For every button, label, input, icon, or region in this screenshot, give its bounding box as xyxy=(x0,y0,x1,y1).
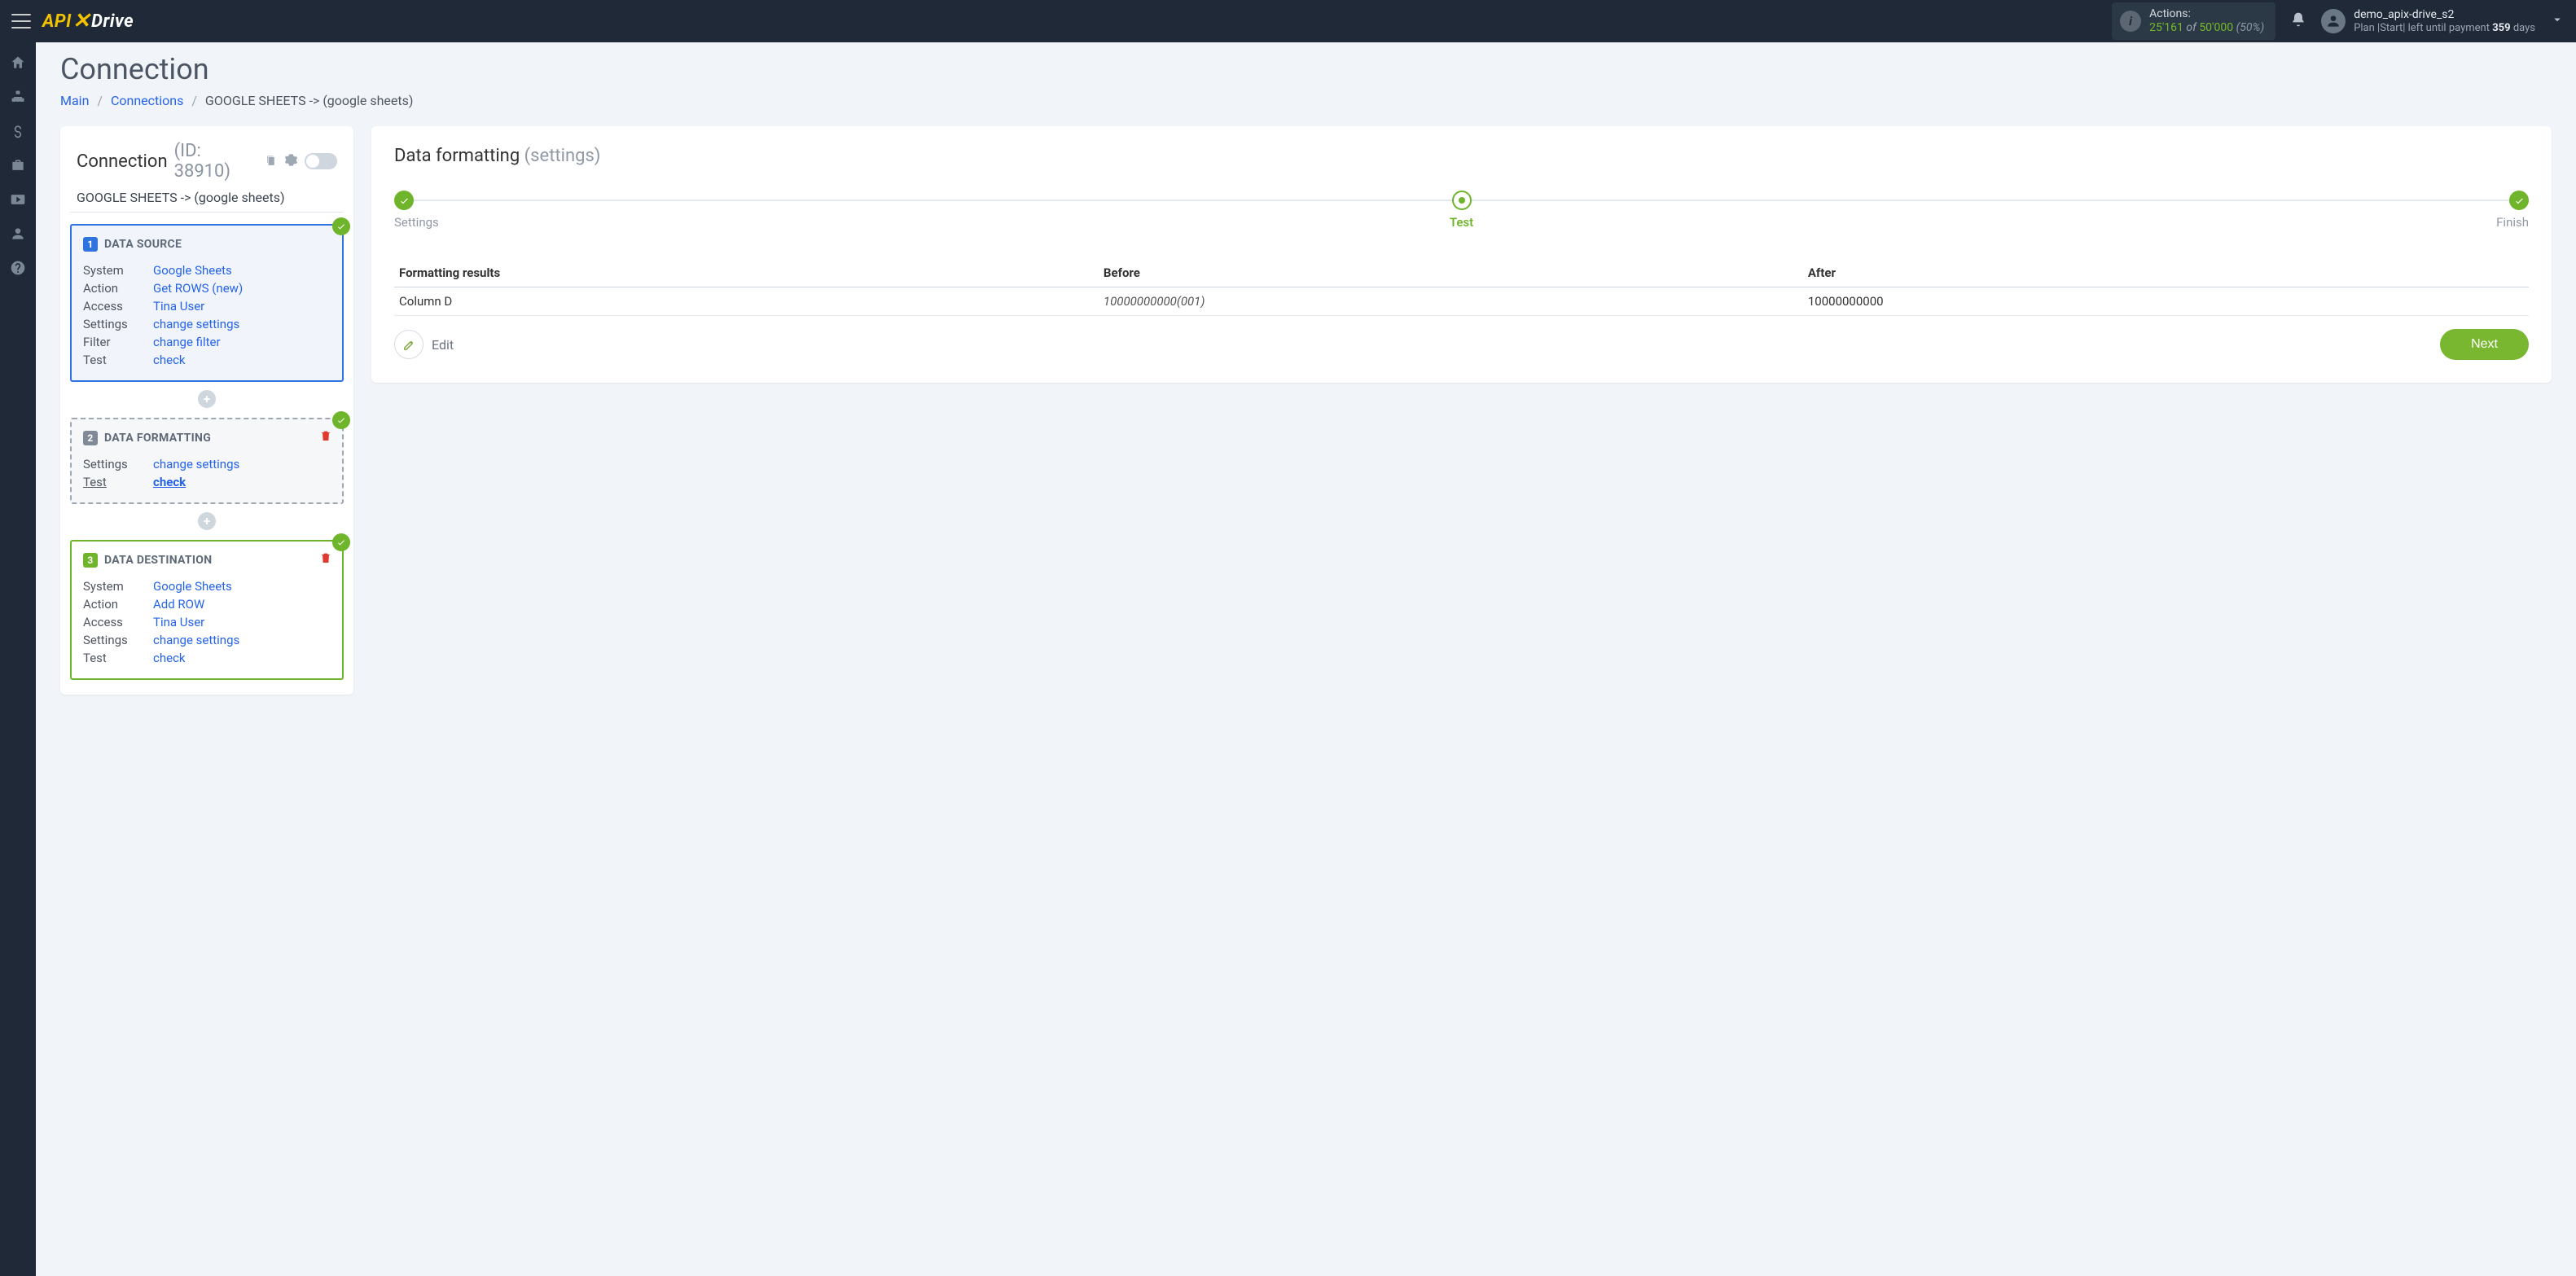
step-data-formatting[interactable]: 2 DATA FORMATTING Settingschange setting… xyxy=(70,418,344,504)
next-button[interactable]: Next xyxy=(2440,329,2529,360)
step-num-3: 3 xyxy=(83,553,98,568)
right-title-sub: (settings) xyxy=(524,146,601,166)
cell-after: 10000000000 xyxy=(1803,287,2529,316)
check-badge-icon xyxy=(332,217,350,235)
step-title-source: DATA SOURCE xyxy=(104,238,182,251)
format-test-link[interactable]: check xyxy=(153,475,186,489)
logo[interactable]: API ✕ Drive xyxy=(42,9,134,33)
actions-text: Actions: 25'161 of 50'000 (50%) xyxy=(2149,7,2264,35)
cell-result: Column D xyxy=(394,287,1099,316)
step-label-test: Test xyxy=(1450,215,1473,230)
actions-pct: (50%) xyxy=(2236,21,2265,34)
edit-button[interactable]: Edit xyxy=(394,330,454,359)
user-name: demo_apix-drive_s2 xyxy=(2354,8,2535,22)
dest-access-link[interactable]: Tina User xyxy=(153,615,204,629)
dest-system-link[interactable]: Google Sheets xyxy=(153,579,232,594)
add-step-button[interactable]: + xyxy=(198,512,216,530)
delete-formatting-button[interactable] xyxy=(319,429,332,445)
sidebar-home-icon[interactable] xyxy=(0,46,36,80)
breadcrumb-current: GOOGLE SHEETS -> (google sheets) xyxy=(205,93,414,108)
source-settings-link[interactable]: change settings xyxy=(153,317,239,331)
step-label-finish: Finish xyxy=(2496,215,2529,230)
source-access-link[interactable]: Tina User xyxy=(153,299,204,314)
sidebar xyxy=(0,42,36,1276)
formatting-panel: Data formatting (settings) Settings Test… xyxy=(371,126,2552,383)
page-title: Connection xyxy=(60,52,2552,86)
menu-toggle[interactable] xyxy=(11,14,31,29)
dest-settings-link[interactable]: change settings xyxy=(153,633,239,647)
check-badge-icon xyxy=(332,411,350,429)
chevron-down-icon[interactable] xyxy=(2550,12,2565,30)
avatar-icon xyxy=(2321,9,2346,33)
connection-panel: Connection (ID: 38910) GOOGLE SHEETS -> … xyxy=(60,126,353,695)
edit-label: Edit xyxy=(432,337,454,353)
sidebar-briefcase-icon[interactable] xyxy=(0,148,36,182)
copy-icon[interactable] xyxy=(264,153,278,170)
check-badge-icon xyxy=(332,533,350,551)
th-after: After xyxy=(1803,259,2529,287)
topbar: API ✕ Drive i Actions: 25'161 of 50'000 … xyxy=(0,0,2576,42)
source-action-link[interactable]: Get ROWS (new) xyxy=(153,281,243,296)
breadcrumb-connections[interactable]: Connections xyxy=(111,93,183,108)
connection-heading: Connection xyxy=(77,151,168,172)
source-system-link[interactable]: Google Sheets xyxy=(153,263,232,278)
step-num-1: 1 xyxy=(83,237,98,252)
breadcrumb: Main / Connections / GOOGLE SHEETS -> (g… xyxy=(60,93,2552,108)
notifications-icon[interactable] xyxy=(2290,11,2306,31)
source-filter-link[interactable]: change filter xyxy=(153,335,221,349)
sidebar-video-icon[interactable] xyxy=(0,182,36,217)
stepper: Settings Test Finish xyxy=(394,194,2529,226)
sidebar-billing-icon[interactable] xyxy=(0,114,36,148)
results-table: Formatting results Before After Column D… xyxy=(394,259,2529,316)
th-results: Formatting results xyxy=(394,259,1099,287)
delete-destination-button[interactable] xyxy=(319,551,332,568)
source-test-link[interactable]: check xyxy=(153,353,186,367)
content: Connection Main / Connections / GOOGLE S… xyxy=(36,42,2576,1276)
cell-before: 10000000000(001) xyxy=(1099,287,1803,316)
add-step-button[interactable]: + xyxy=(198,390,216,408)
step-title-dest: DATA DESTINATION xyxy=(104,554,212,567)
step-dot-test[interactable] xyxy=(1452,191,1472,210)
sidebar-profile-icon[interactable] xyxy=(0,217,36,251)
logo-api: API xyxy=(42,11,72,32)
actions-used: 25'161 xyxy=(2149,21,2183,34)
enable-toggle[interactable] xyxy=(305,153,337,169)
sidebar-connections-icon[interactable] xyxy=(0,80,36,114)
table-head-row: Formatting results Before After xyxy=(394,259,2529,287)
step-data-source[interactable]: 1 DATA SOURCE SystemGoogle Sheets Action… xyxy=(70,224,344,382)
step-data-destination[interactable]: 3 DATA DESTINATION SystemGoogle Sheets A… xyxy=(70,540,344,680)
right-title: Data formatting xyxy=(394,146,520,166)
logo-drive: Drive xyxy=(91,11,134,32)
logo-x-icon: ✕ xyxy=(72,9,90,33)
pencil-icon xyxy=(394,330,423,359)
plan-line: Plan |Start| left until payment 359 days xyxy=(2354,22,2535,35)
user-menu[interactable]: demo_apix-drive_s2 Plan |Start| left unt… xyxy=(2321,8,2535,34)
th-before: Before xyxy=(1099,259,1803,287)
step-num-2: 2 xyxy=(83,431,98,445)
actions-total: 50'000 xyxy=(2199,21,2233,34)
step-label-settings: Settings xyxy=(394,215,439,230)
actions-label: Actions: xyxy=(2149,7,2264,21)
actions-chip[interactable]: i Actions: 25'161 of 50'000 (50%) xyxy=(2112,2,2275,40)
sidebar-help-icon[interactable] xyxy=(0,251,36,285)
step-title-format: DATA FORMATTING xyxy=(104,432,211,445)
info-icon: i xyxy=(2120,11,2141,32)
step-dot-settings[interactable] xyxy=(394,191,414,210)
dest-test-link[interactable]: check xyxy=(153,651,186,665)
dest-action-link[interactable]: Add ROW xyxy=(153,597,204,612)
breadcrumb-main[interactable]: Main xyxy=(60,93,89,108)
format-settings-link[interactable]: change settings xyxy=(153,457,239,471)
connection-id: (ID: 38910) xyxy=(174,141,258,182)
step-dot-finish[interactable] xyxy=(2509,191,2529,210)
connection-subtitle: GOOGLE SHEETS -> (google sheets) xyxy=(70,182,344,213)
table-row: Column D 10000000000(001) 10000000000 xyxy=(394,287,2529,316)
user-text: demo_apix-drive_s2 Plan |Start| left unt… xyxy=(2354,8,2535,34)
gear-icon[interactable] xyxy=(284,153,298,170)
